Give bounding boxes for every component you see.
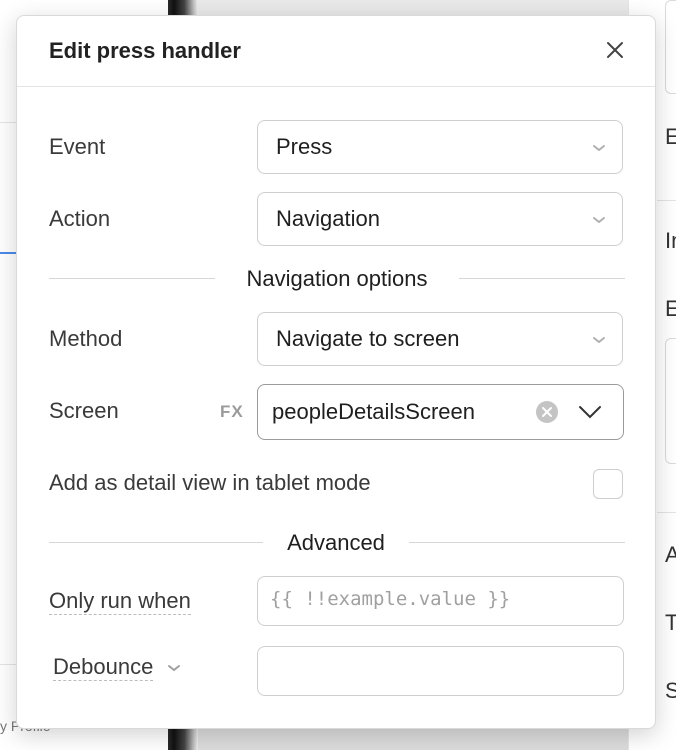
tablet-mode-label: Add as detail view in tablet mode xyxy=(49,470,371,495)
screen-select-value: peopleDetailsScreen xyxy=(272,399,476,424)
method-label: Method xyxy=(49,326,123,351)
debounce-input[interactable] xyxy=(257,646,624,696)
action-label: Action xyxy=(49,206,111,231)
action-select-value: Navigation xyxy=(276,206,380,231)
event-label: Event xyxy=(49,134,106,159)
background-text-fragment: S xyxy=(665,678,676,704)
fx-toggle[interactable]: FX xyxy=(220,402,244,422)
advanced-heading: Advanced xyxy=(287,530,385,555)
background-text-fragment: In xyxy=(665,228,676,253)
debounce-label: Debounce xyxy=(53,654,154,681)
background-box xyxy=(665,338,676,464)
only-run-when-label: Only run when xyxy=(49,588,191,615)
clear-icon[interactable] xyxy=(534,399,560,425)
navigation-options-heading: Navigation options xyxy=(246,266,428,291)
background-text-fragment: E xyxy=(665,296,676,322)
chevron-down-icon xyxy=(168,665,181,672)
dialog-title: Edit press handler xyxy=(49,38,241,63)
section-divider xyxy=(49,278,215,279)
event-select-value: Press xyxy=(276,134,333,159)
dialog-header: Edit press handler xyxy=(17,16,655,87)
divider xyxy=(0,122,16,123)
background-text-fragment: E xyxy=(665,124,676,150)
section-divider xyxy=(459,278,625,279)
screen-select[interactable]: peopleDetailsScreen xyxy=(257,384,624,440)
close-icon xyxy=(607,42,623,58)
edit-press-handler-dialog: Edit press handler Event Press Action Na… xyxy=(16,15,656,729)
chevron-down-icon xyxy=(593,337,605,344)
close-button[interactable] xyxy=(603,38,627,62)
method-select[interactable]: Navigate to screen xyxy=(257,312,623,366)
background-text-fragment: T xyxy=(665,610,676,636)
only-run-when-label-text: Only run when xyxy=(49,588,191,615)
background-text-fragment: A xyxy=(665,542,676,568)
debounce-dropdown[interactable]: Debounce xyxy=(53,654,181,681)
only-run-when-input[interactable]: {{ !!example.value }} xyxy=(257,576,624,626)
action-select[interactable]: Navigation xyxy=(257,192,623,246)
divider xyxy=(657,512,676,513)
active-indicator xyxy=(0,252,16,254)
chevron-down-icon[interactable] xyxy=(578,405,602,419)
screen-label: Screen xyxy=(49,398,119,423)
method-select-value: Navigate to screen xyxy=(276,326,460,351)
event-select[interactable]: Press xyxy=(257,120,623,174)
section-divider xyxy=(49,542,263,543)
background-box xyxy=(665,0,676,94)
tablet-mode-checkbox[interactable] xyxy=(593,469,623,499)
divider xyxy=(657,200,676,201)
chevron-down-icon xyxy=(593,217,605,224)
chevron-down-icon xyxy=(593,145,605,152)
divider xyxy=(0,664,16,665)
section-divider xyxy=(409,542,625,543)
